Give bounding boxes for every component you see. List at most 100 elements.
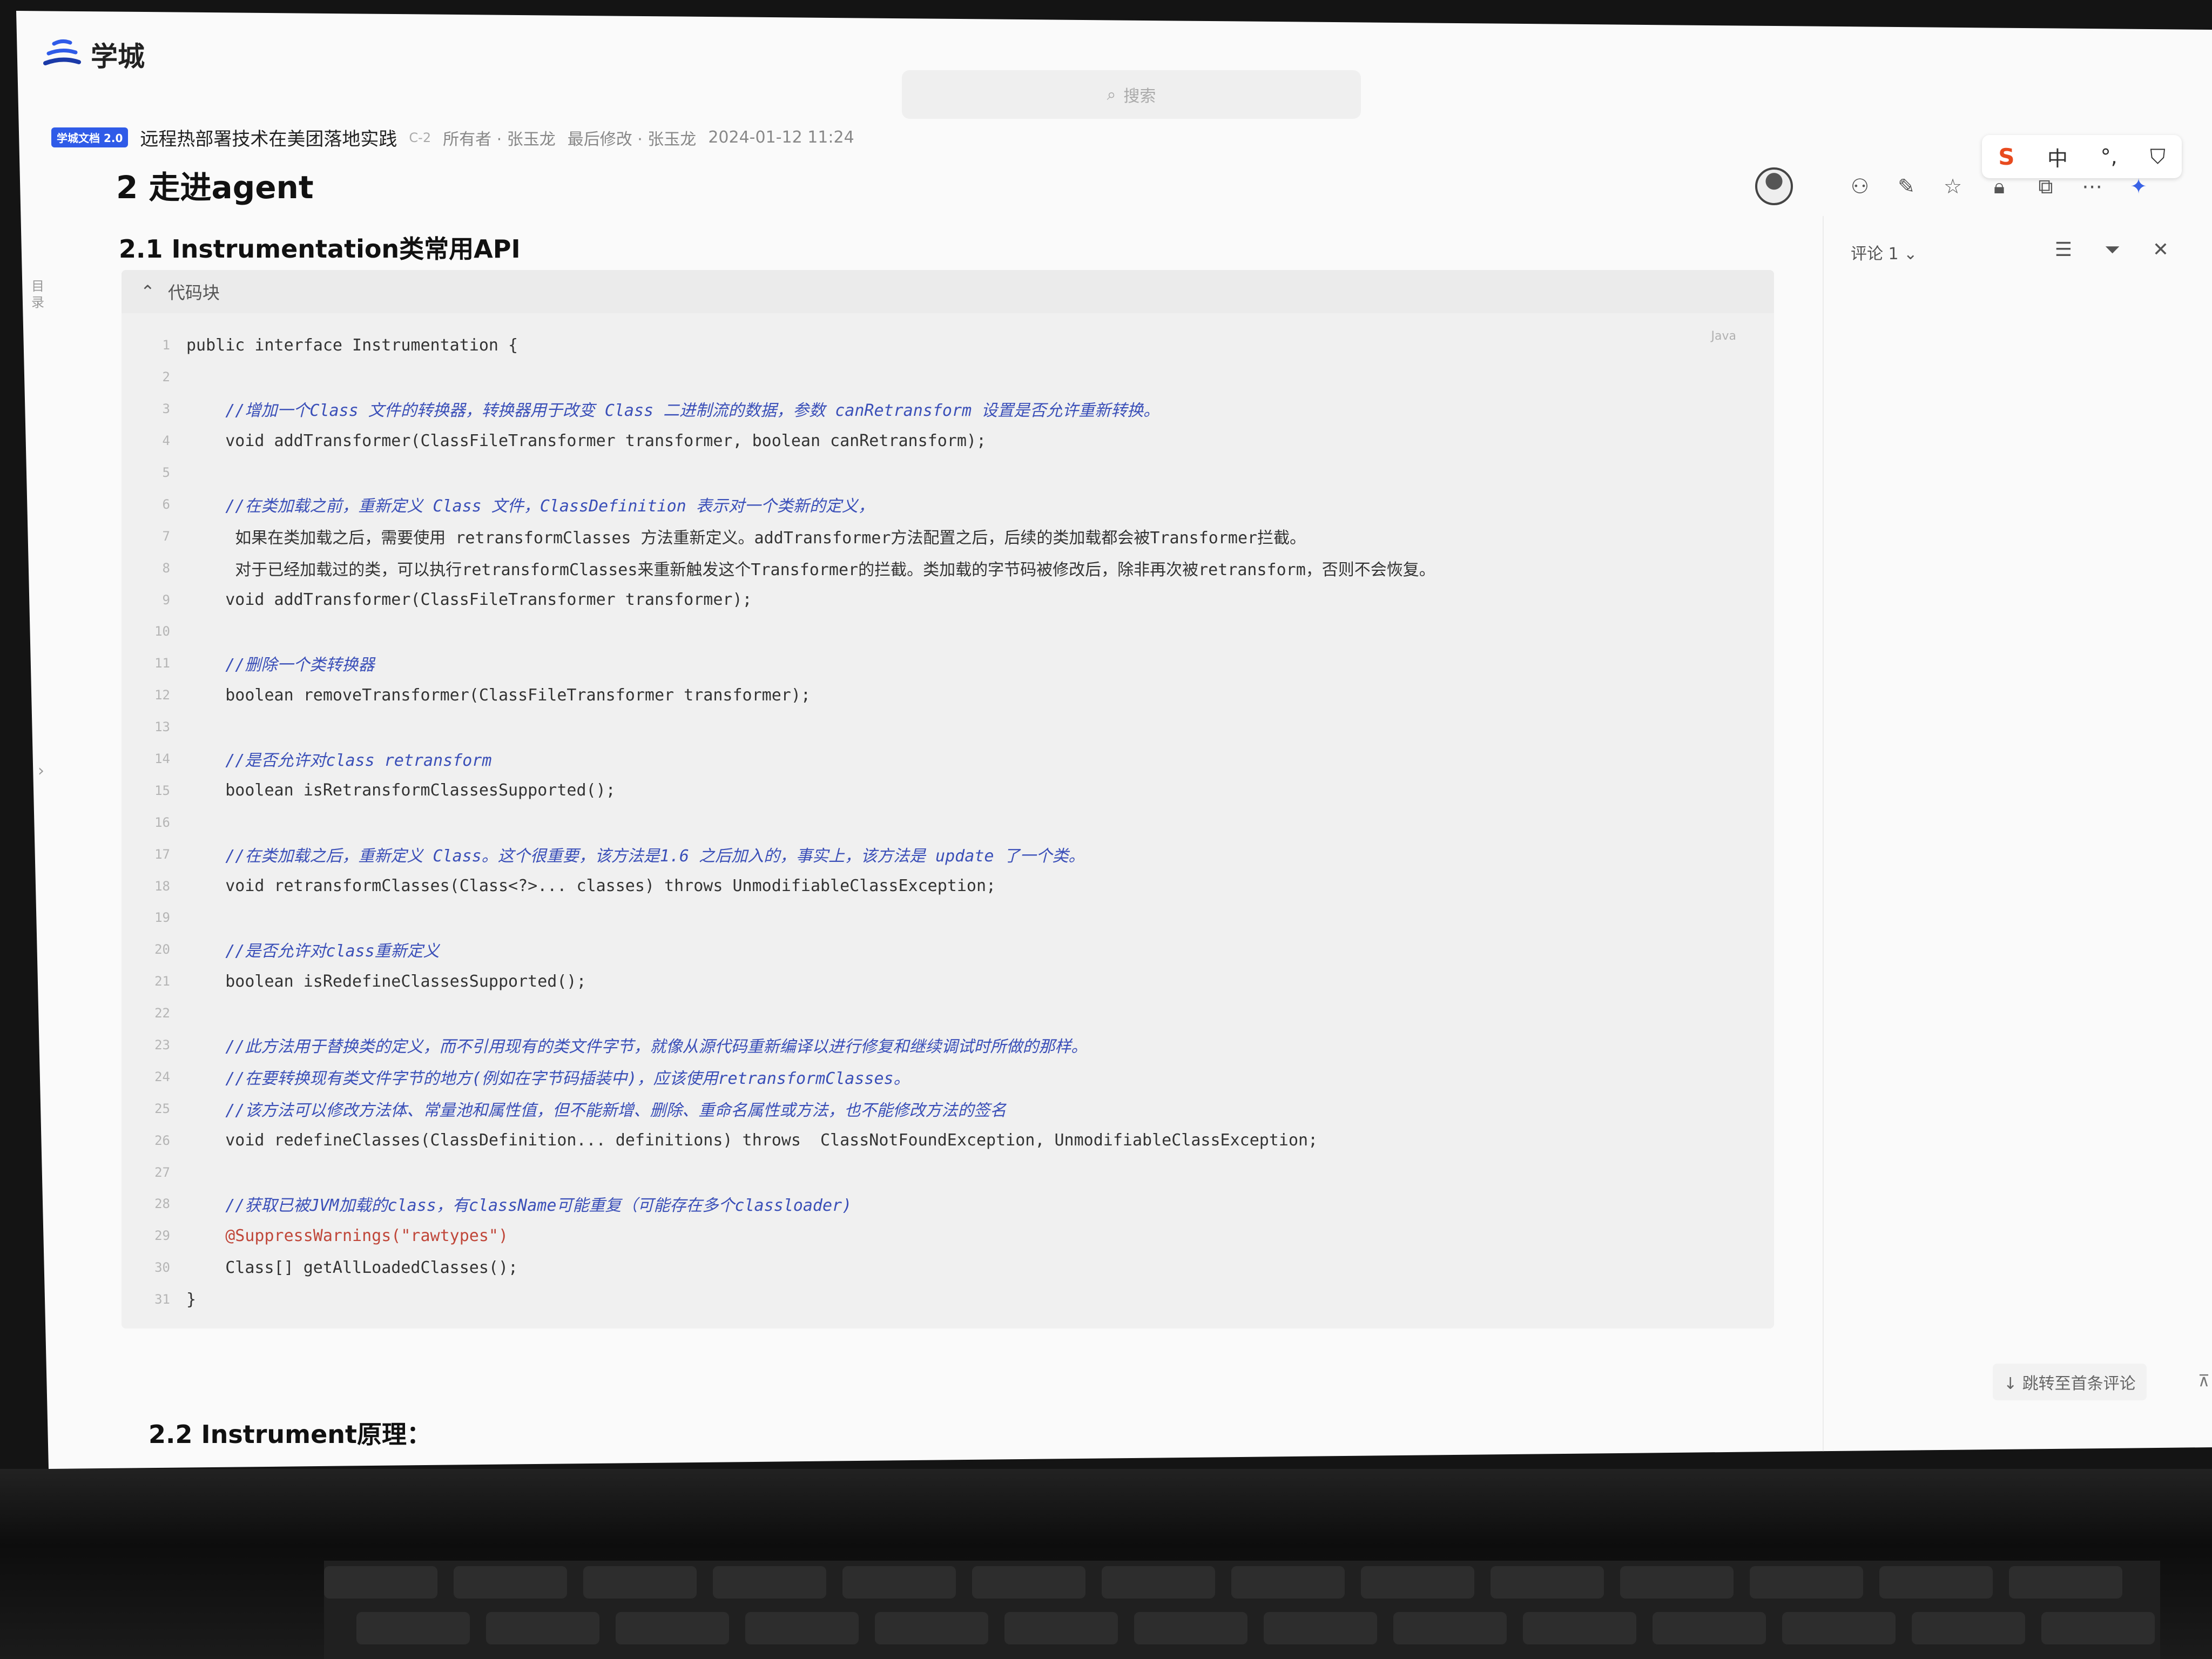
line-number: 25: [154, 1101, 170, 1116]
external-icon[interactable]: ⧉: [2034, 174, 2058, 198]
code-line[interactable]: 20 //是否允许对class重新定义: [122, 934, 1774, 966]
keyboard-key: [454, 1566, 567, 1599]
app-logo[interactable]: 学城: [43, 35, 145, 74]
search-placeholder: 搜索: [1123, 87, 1156, 106]
code-line[interactable]: 12 boolean removeTransformer(ClassFileTr…: [122, 679, 1774, 711]
code-line[interactable]: 7 如果在类加载之后，需要使用 retransformClasses 方法重新定…: [122, 520, 1774, 552]
chevron-up-icon[interactable]: ⌃: [140, 281, 155, 302]
doc-last-modified[interactable]: 最后修改 · 张玉龙: [568, 126, 697, 150]
code-line[interactable]: 25 //该方法可以修改方法体、常量池和属性值，但不能新增、删除、重命名属性或方…: [122, 1092, 1774, 1124]
code-line[interactable]: 4 void addTransformer(ClassFileTransform…: [122, 425, 1774, 457]
ime-punct-toggle[interactable]: °,: [2101, 145, 2117, 168]
code-line[interactable]: 22: [122, 997, 1774, 1029]
keyboard-key: [1134, 1612, 1247, 1644]
keyboard-key: [356, 1612, 470, 1644]
keyboard-key: [486, 1612, 599, 1644]
keyboard-key: [1523, 1612, 1636, 1644]
line-number: 5: [162, 465, 170, 480]
line-number: 4: [162, 433, 170, 449]
code-line[interactable]: 26 void redefineClasses(ClassDefinition.…: [122, 1124, 1774, 1156]
code-line[interactable]: 3 //增加一个Class 文件的转换器，转换器用于改变 Class 二进制流的…: [122, 393, 1774, 425]
line-number: 14: [154, 751, 170, 767]
code-line[interactable]: 2: [122, 361, 1774, 393]
keyboard: [324, 1561, 2160, 1659]
code-line[interactable]: 6 //在类加载之前，重新定义 Class 文件，ClassDefinition…: [122, 488, 1774, 520]
code-line[interactable]: 10: [122, 616, 1774, 648]
star-icon[interactable]: ☆: [1941, 174, 1965, 198]
logo-icon: [43, 39, 81, 65]
code-line[interactable]: 28 //获取已被JVM加载的class，有className可能重复（可能存在…: [122, 1188, 1774, 1220]
code-line[interactable]: 29 @SuppressWarnings("rawtypes"): [122, 1220, 1774, 1252]
code-line[interactable]: 19: [122, 902, 1774, 934]
code-line[interactable]: 27: [122, 1156, 1774, 1188]
line-number: 21: [154, 974, 170, 989]
code-body[interactable]: 1 public interface Instrumentation {2 3 //…: [122, 329, 1774, 1316]
keyboard-key: [1361, 1566, 1474, 1599]
code-line[interactable]: 23 //此方法用于替换类的定义，而不引用现有的类文件字节，就像从源代码重新编译…: [122, 1029, 1774, 1061]
line-number: 11: [154, 656, 170, 671]
code-text: boolean isRetransformClassesSupported();: [186, 781, 616, 800]
code-line[interactable]: 30 Class[] getAllLoadedClasses();: [122, 1252, 1774, 1284]
line-number: 23: [154, 1037, 170, 1053]
code-line[interactable]: 17 //在类加载之后，重新定义 Class。这个很重要，该方法是1.6 之后加…: [122, 838, 1774, 870]
code-text: //在类加载之后，重新定义 Class。这个很重要，该方法是1.6 之后加入的，…: [186, 846, 1085, 866]
keyboard-key: [972, 1566, 1085, 1599]
avatar[interactable]: [1755, 167, 1793, 205]
code-line[interactable]: 31}: [122, 1284, 1774, 1316]
code-line[interactable]: 21 boolean isRedefineClassesSupported();: [122, 966, 1774, 997]
line-number: 3: [162, 401, 170, 417]
keyboard-key: [1782, 1612, 1896, 1644]
doc-title[interactable]: 远程热部署技术在美团落地实践: [140, 124, 397, 151]
code-line[interactable]: 9 void addTransformer(ClassFileTransform…: [122, 584, 1774, 616]
code-text: Class[] getAllLoadedClasses();: [186, 1258, 518, 1277]
toc-tab[interactable]: 目录: [31, 278, 53, 311]
code-text: //是否允许对class重新定义: [186, 942, 440, 961]
more-icon[interactable]: ⋯: [2080, 174, 2104, 198]
layout-icon[interactable]: ☰: [2055, 239, 2072, 261]
chevron-right-icon[interactable]: ›: [38, 761, 44, 780]
jump-first-comment-button[interactable]: ↓ 跳转至首条评论: [1993, 1364, 2147, 1400]
pin-icon[interactable]: ✎: [1894, 174, 1918, 198]
code-text: void redefineClasses(ClassDefinition... …: [186, 1131, 1318, 1150]
line-number: 24: [154, 1069, 170, 1084]
doc-toolbar: ⚇ ✎ ☆ 🔒︎ ⧉ ⋯ ✦: [1755, 167, 2150, 205]
line-number: 10: [154, 624, 170, 639]
lock-icon[interactable]: 🔒︎: [1987, 174, 2011, 198]
line-number: 29: [154, 1228, 170, 1244]
doc-timestamp: 2024-01-12 11:24: [708, 128, 854, 147]
filter-icon[interactable]: ⏷: [2105, 239, 2120, 261]
heading-h2-1: 2.1 Instrumentation类常用API: [119, 234, 521, 264]
code-text: boolean isRedefineClassesSupported();: [186, 972, 586, 991]
keyboard-key: [616, 1612, 729, 1644]
keyboard-key: [1750, 1566, 1863, 1599]
share-icon[interactable]: ⚇: [1848, 174, 1872, 198]
code-line[interactable]: 8 对于已经加载过的类，可以执行retransformClasses来重新触发这…: [122, 552, 1774, 584]
search-input[interactable]: ⌕ 搜索: [902, 70, 1361, 119]
close-icon[interactable]: ✕: [2153, 239, 2169, 261]
line-number: 19: [154, 910, 170, 926]
code-text: //在要转换现有类文件字节的地方(例如在字节码插装中)，应该使用retransf…: [186, 1069, 910, 1088]
code-line[interactable]: 14 //是否允许对class retransform: [122, 743, 1774, 775]
code-line[interactable]: 24 //在要转换现有类文件字节的地方(例如在字节码插装中)，应该使用retra…: [122, 1061, 1774, 1092]
keyboard-key: [1231, 1566, 1345, 1599]
code-line[interactable]: 16: [122, 806, 1774, 838]
code-line[interactable]: 11 //删除一个类转换器: [122, 648, 1774, 679]
ai-sparkle-icon[interactable]: ✦: [2127, 174, 2150, 198]
code-block: ⌃ 代码块 Java 1 public interface Instrumenta…: [122, 270, 1774, 1328]
code-line[interactable]: 18 void retransformClasses(Class<?>... c…: [122, 870, 1774, 902]
ime-logo-icon[interactable]: S: [1998, 144, 2014, 170]
doc-owner[interactable]: 所有者 · 张玉龙: [443, 126, 556, 150]
code-block-header[interactable]: ⌃ 代码块: [122, 270, 1774, 313]
back-to-top-icon[interactable]: ⊼: [2198, 1372, 2210, 1391]
code-line[interactable]: 13: [122, 711, 1774, 743]
code-line[interactable]: 1 public interface Instrumentation {: [122, 329, 1774, 361]
keyboard-key: [1879, 1566, 1993, 1599]
code-line[interactable]: 15 boolean isRetransformClassesSupported…: [122, 774, 1774, 806]
comment-count-dropdown[interactable]: 评论 1 ⌄: [1851, 240, 1917, 264]
line-number: 26: [154, 1132, 170, 1148]
line-number: 30: [154, 1260, 170, 1276]
line-number: 17: [154, 846, 170, 862]
code-line[interactable]: 5: [122, 457, 1774, 489]
ime-skin-icon[interactable]: ⛉: [2150, 145, 2166, 169]
code-text: public interface Instrumentation {: [186, 335, 518, 355]
